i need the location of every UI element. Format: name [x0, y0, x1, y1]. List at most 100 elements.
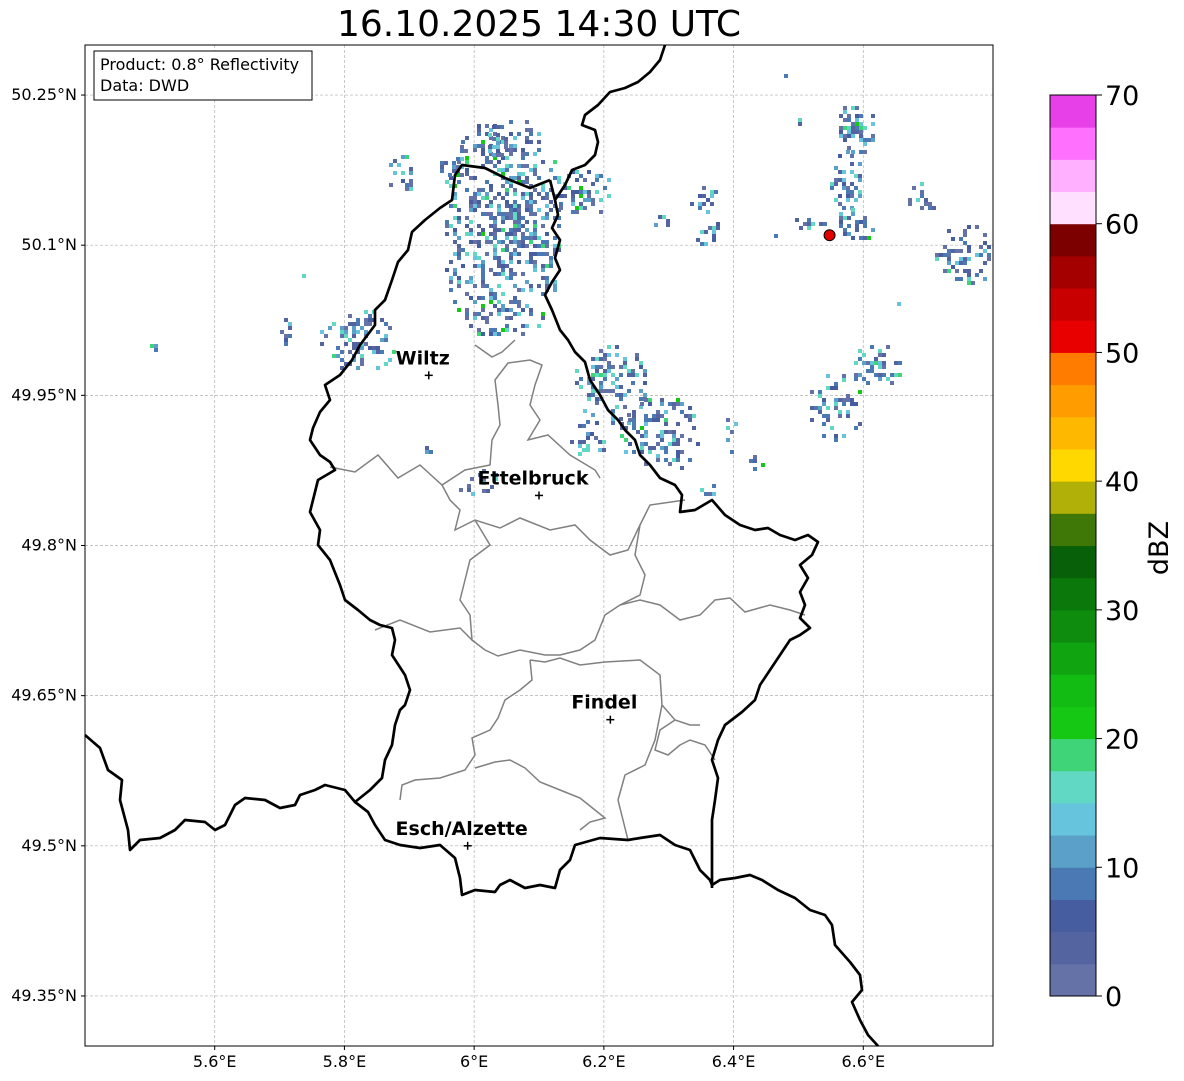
echo-pixel	[591, 413, 595, 417]
echo-pixel	[533, 236, 537, 240]
echo-pixel	[680, 410, 684, 414]
echo-pixel	[672, 458, 676, 462]
tick-label-lat: 50.1°N	[21, 235, 77, 254]
echo-pixel	[700, 242, 704, 246]
echo-pixel	[947, 269, 951, 273]
echo-pixel	[846, 150, 850, 154]
echo-pixel	[842, 378, 846, 382]
echo-pixel	[517, 208, 521, 212]
echo-pixel	[858, 162, 862, 166]
echo-pixel	[690, 202, 694, 206]
echo-pixel	[465, 232, 469, 236]
echo-pixel	[481, 212, 485, 216]
echo-pixel	[586, 444, 590, 448]
echo-pixel	[445, 180, 449, 184]
echo-pixel	[477, 200, 481, 204]
echo-pixel	[688, 406, 692, 410]
echo-pixel	[955, 277, 959, 281]
echo-pixel	[726, 438, 730, 442]
echo-pixel	[488, 133, 492, 137]
echo-pixel	[513, 144, 517, 148]
echo-pixel	[866, 361, 870, 365]
echo-pixel	[591, 202, 595, 206]
echo-pixel	[340, 358, 344, 362]
echo-pixel	[712, 484, 716, 488]
echo-pixel	[863, 236, 867, 240]
echo-pixel	[332, 354, 336, 358]
echo-pixel	[858, 174, 862, 178]
echo-pixel	[928, 202, 932, 206]
echo-pixel	[525, 244, 529, 248]
echo-pixel	[477, 192, 481, 196]
echo-pixel	[660, 446, 664, 450]
echo-pixel	[460, 145, 464, 149]
echo-pixel	[505, 236, 509, 240]
echo-pixel	[959, 261, 963, 265]
echo-pixel	[485, 316, 489, 320]
echo-pixel	[595, 373, 599, 377]
echo-pixel	[557, 224, 561, 228]
echo-pixel	[632, 414, 636, 418]
echo-pixel	[897, 302, 901, 306]
echo-pixel	[839, 126, 843, 130]
echo-pixel	[489, 300, 493, 304]
echo-pixel	[465, 136, 469, 140]
colorbar-frame	[1049, 94, 1097, 997]
colorbar-swatch	[1050, 288, 1096, 321]
echo-pixel	[890, 373, 894, 377]
echo-pixel	[575, 178, 579, 182]
echo-pixel	[842, 178, 846, 182]
echo-pixel	[529, 260, 533, 264]
echo-pixel	[505, 156, 509, 160]
echo-pixel	[571, 210, 575, 214]
echo-pixel	[851, 122, 855, 126]
echo-pixel	[920, 182, 924, 186]
echo-pixel	[336, 354, 340, 358]
echo-pixel	[843, 216, 847, 220]
echo-pixel	[505, 244, 509, 248]
echo-pixel	[644, 442, 648, 446]
echo-pixel	[477, 204, 481, 208]
echo-pixel	[485, 284, 489, 288]
echo-pixel	[943, 245, 947, 249]
echo-pixel	[445, 220, 449, 224]
echo-pixel	[579, 206, 583, 210]
colorbar-swatch	[1050, 609, 1096, 643]
echo-pixel	[644, 398, 648, 402]
echo-pixel	[525, 192, 529, 196]
echo-pixel	[559, 206, 563, 210]
echo-pixel	[477, 312, 481, 316]
colorbar-swatch	[1050, 127, 1096, 160]
colorbar-tick-label: 30	[1105, 596, 1139, 627]
echo-pixel	[477, 224, 481, 228]
city-label: Findel	[571, 692, 637, 714]
echo-pixel	[696, 442, 700, 446]
echo-pixel	[955, 261, 959, 265]
echo-pixel	[456, 157, 460, 161]
echo-pixel	[485, 160, 489, 164]
echo-pixel	[513, 200, 517, 204]
echo-pixel	[660, 402, 664, 406]
echo-pixel	[583, 178, 587, 182]
echo-pixel	[632, 450, 636, 454]
echo-pixel	[388, 358, 392, 362]
echo-pixel	[533, 172, 537, 176]
echo-pixel	[704, 230, 708, 234]
echo-pixel	[668, 442, 672, 446]
echo-pixel	[660, 398, 664, 402]
colorbar-swatch	[1050, 899, 1096, 933]
echo-pixel	[619, 393, 623, 397]
echo-pixel	[473, 316, 477, 320]
echo-pixel	[575, 369, 579, 373]
echo-pixel	[452, 165, 456, 169]
echo-pixel	[473, 256, 477, 260]
echo-pixel	[688, 458, 692, 462]
echo-pixel	[453, 240, 457, 244]
echo-pixel	[541, 160, 545, 164]
echo-pixel	[505, 328, 509, 332]
echo-pixel	[688, 418, 692, 422]
echo-pixel	[967, 257, 971, 261]
echo-pixel	[521, 240, 525, 244]
echo-pixel	[477, 328, 481, 332]
echo-pixel	[453, 252, 457, 256]
